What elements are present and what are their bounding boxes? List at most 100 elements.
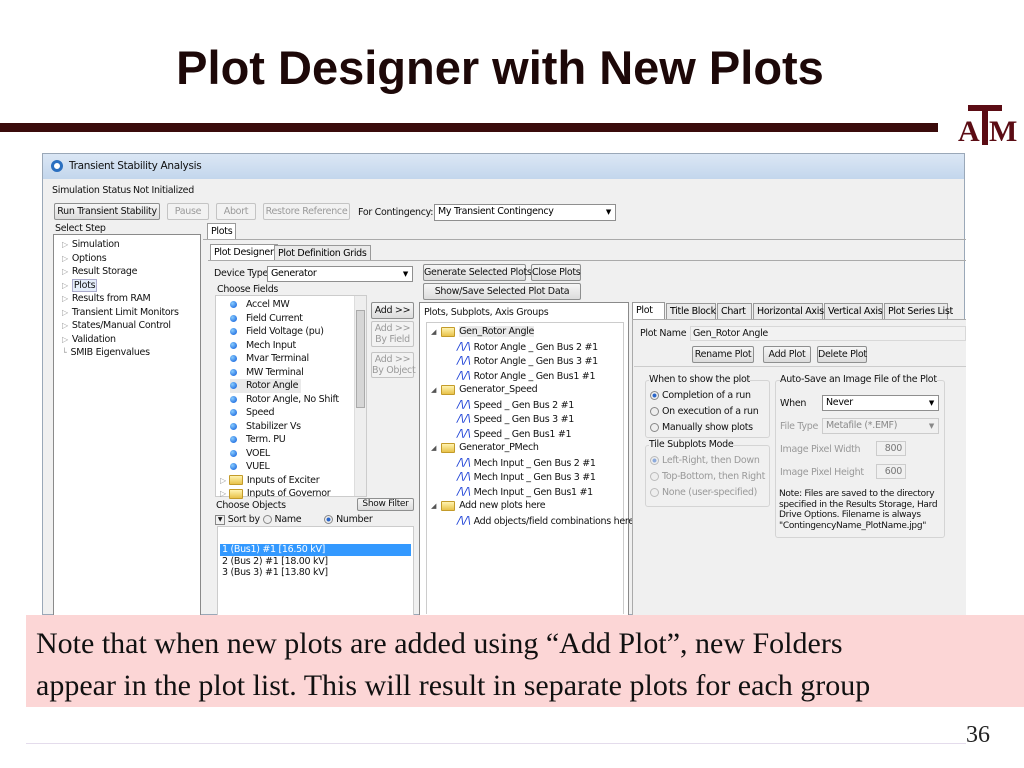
plot-series-item[interactable]: /\/\ Speed _ Gen Bus 3 #1 xyxy=(431,412,623,427)
when-show-option[interactable]: Completion of a run xyxy=(650,388,759,404)
field-item[interactable]: Mvar Terminal xyxy=(230,352,366,366)
object-label: 1 (Bus1) #1 [16.50 kV] xyxy=(222,544,326,555)
delete-plot-button[interactable]: Delete Plot xyxy=(817,346,867,363)
tile-option[interactable]: None (user-specified) xyxy=(650,485,765,501)
field-folder[interactable]: ▷ Inputs of Governor xyxy=(220,487,366,501)
plot-series-item[interactable]: /\/\ Mech Input _ Gen Bus 3 #1 xyxy=(431,470,623,485)
tab-title-block[interactable]: Title Block xyxy=(666,303,716,319)
series-label: Speed _ Gen Bus 3 #1 xyxy=(473,414,575,425)
title-bar: Transient Stability Analysis xyxy=(43,154,964,179)
field-label: Speed xyxy=(246,407,275,418)
folder-icon xyxy=(441,326,456,337)
image-height-input[interactable]: 600 xyxy=(876,464,906,479)
sort-number-radio[interactable] xyxy=(324,515,334,524)
field-item[interactable]: Field Current xyxy=(230,312,366,326)
field-bullet-icon xyxy=(230,314,237,322)
plot-series-item[interactable]: /\/\ Mech Input _ Gen Bus1 #1 xyxy=(431,485,623,500)
when-show-option[interactable]: Manually show plots xyxy=(650,420,759,436)
plot-series-item[interactable]: /\/\ Speed _ Gen Bus 2 #1 xyxy=(431,398,623,413)
radio-icon xyxy=(650,488,659,497)
step-item[interactable]: ▷ Validation xyxy=(62,333,200,347)
expand-arrow-icon: ▷ xyxy=(62,307,68,317)
status-value: Not Initialized xyxy=(133,185,194,196)
tab-chart[interactable]: Chart xyxy=(717,303,752,319)
pause-button[interactable]: Pause xyxy=(167,203,209,220)
plot-series-item[interactable]: /\/\ Rotor Angle _ Gen Bus 3 #1 xyxy=(431,354,623,369)
plot-series-item[interactable]: /\/\ Add objects/field combinations here xyxy=(431,514,634,529)
tab-plot-definition-grids[interactable]: Plot Definition Grids xyxy=(274,245,371,261)
show-save-plot-data-button[interactable]: Show/Save Selected Plot Data xyxy=(423,283,581,300)
object-filter-input[interactable]: 1 (Bus1) #1 [16.50 kV] 2 (Bus 2) #1 [18.0… xyxy=(217,526,414,616)
field-item[interactable]: Speed xyxy=(230,406,366,420)
plot-folder[interactable]: ◢ Gen_Rotor Angle xyxy=(431,325,623,340)
run-transient-stability-button[interactable]: Run Transient Stability xyxy=(54,203,160,220)
add-by-object-button[interactable]: Add >> By Object xyxy=(371,352,416,378)
abort-button[interactable]: Abort xyxy=(216,203,256,220)
field-folder[interactable]: ▷ Inputs of Exciter xyxy=(220,474,366,488)
plot-series-item[interactable]: /\/\ Mech Input _ Gen Bus 2 #1 xyxy=(431,456,623,471)
plot-folder[interactable]: ◢ Add new plots here xyxy=(431,499,623,514)
field-item[interactable]: MW Terminal xyxy=(230,366,366,380)
close-plots-button[interactable]: Close Plots xyxy=(531,264,581,281)
autosave-label: Auto-Save an Image File of the Plot xyxy=(780,374,937,385)
when-dropdown[interactable]: Never xyxy=(822,395,939,411)
add-plot-button[interactable]: Add Plot xyxy=(763,346,811,363)
step-item[interactable]: ▷ Simulation xyxy=(62,238,200,252)
file-type-dropdown[interactable]: Metafile (*.EMF) xyxy=(822,418,939,434)
step-item[interactable]: ▷ Result Storage xyxy=(62,265,200,279)
field-item[interactable]: Field Voltage (pu) xyxy=(230,325,366,339)
field-item[interactable]: Mech Input xyxy=(230,339,366,353)
step-label: Plots xyxy=(71,278,98,292)
tab-plots[interactable]: Plots xyxy=(207,223,237,239)
step-item[interactable]: ▷ Plots xyxy=(62,278,200,293)
plot-series-item[interactable]: /\/\ Speed _ Gen Bus1 #1 xyxy=(431,427,623,442)
field-bullet-icon xyxy=(230,341,237,349)
field-item[interactable]: Rotor Angle, No Shift xyxy=(230,393,366,407)
collapse-arrow-icon: ◢ xyxy=(431,444,437,452)
tab-plot-series-list[interactable]: Plot Series List xyxy=(884,303,953,319)
plot-name-field[interactable]: Gen_Rotor Angle xyxy=(690,326,966,341)
generate-selected-plots-button[interactable]: Generate Selected Plots xyxy=(423,264,532,281)
field-bullet-icon xyxy=(230,395,237,403)
field-item[interactable]: VOEL xyxy=(230,447,366,461)
step-item[interactable]: ▷ States/Manual Control xyxy=(62,319,200,333)
object-item[interactable]: 1 (Bus1) #1 [16.50 kV] xyxy=(220,544,411,556)
step-item[interactable]: └ SMIB Eigenvalues xyxy=(62,346,200,360)
slide-title: Plot Designer with New Plots xyxy=(176,41,824,94)
tab-horizontal-axis[interactable]: Horizontal Axis xyxy=(753,303,824,319)
sort-dropdown-icon[interactable]: ▼ xyxy=(215,514,225,525)
tile-option[interactable]: Left-Right, then Down xyxy=(650,453,765,469)
plot-series-item[interactable]: /\/\ Rotor Angle _ Gen Bus 2 #1 xyxy=(431,340,623,355)
object-item[interactable]: 2 (Bus 2) #1 [18.00 kV] xyxy=(220,556,411,568)
tab-plot-designer[interactable]: Plot Designer xyxy=(210,244,278,260)
field-bullet-icon xyxy=(230,355,237,362)
expand-arrow-icon: ▷ xyxy=(62,253,68,263)
rename-plot-button[interactable]: Rename Plot xyxy=(692,346,754,363)
contingency-dropdown[interactable]: My Transient Contingency xyxy=(434,204,616,221)
show-filter-button[interactable]: Show Filter xyxy=(357,498,414,511)
when-show-option[interactable]: On execution of a run xyxy=(650,404,759,420)
fields-scrollbar[interactable] xyxy=(354,296,366,496)
tile-option[interactable]: Top-Bottom, then Right xyxy=(650,469,765,485)
tab-vertical-axis[interactable]: Vertical Axis xyxy=(824,303,883,319)
field-item[interactable]: Stabilizer Vs xyxy=(230,420,366,434)
add-by-field-button[interactable]: Add >> By Field xyxy=(371,321,414,347)
sort-name-radio[interactable] xyxy=(262,515,272,524)
step-item[interactable]: ▷ Options xyxy=(62,252,200,266)
step-item[interactable]: ▷ Results from RAM xyxy=(62,292,200,306)
device-type-dropdown[interactable]: Generator xyxy=(267,266,413,282)
plot-folder[interactable]: ◢ Generator_Speed xyxy=(431,383,623,398)
field-item[interactable]: VUEL xyxy=(230,460,366,474)
tab-plot[interactable]: Plot xyxy=(632,302,665,319)
add-button[interactable]: Add >> xyxy=(371,302,414,319)
step-item[interactable]: ▷ Transient Limit Monitors xyxy=(62,306,200,320)
restore-reference-button[interactable]: Restore Reference xyxy=(263,203,350,220)
object-item[interactable]: 3 (Bus 3) #1 [13.80 kV] xyxy=(220,567,411,579)
field-item[interactable]: Accel MW xyxy=(230,298,366,312)
fields-list: Accel MW Field Current Field Voltage (pu) M… xyxy=(215,295,367,499)
field-item[interactable]: Rotor Angle xyxy=(230,379,302,393)
plot-series-item[interactable]: /\/\ Rotor Angle _ Gen Bus1 #1 xyxy=(431,369,623,384)
field-item[interactable]: Term. PU xyxy=(230,433,366,447)
plot-folder[interactable]: ◢ Generator_PMech xyxy=(431,441,623,456)
image-width-input[interactable]: 800 xyxy=(876,441,906,456)
